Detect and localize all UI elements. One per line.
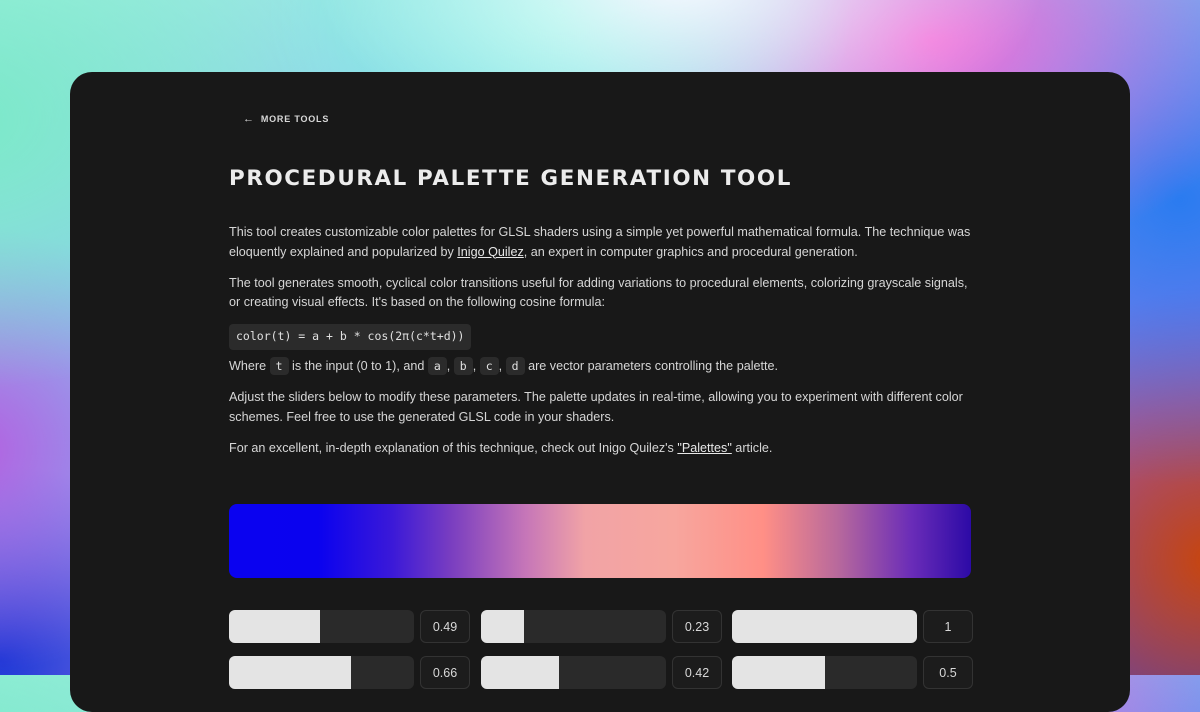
intro-p5-text: For an excellent, in-depth explanation o… xyxy=(229,440,678,455)
inigo-quilez-link[interactable]: Inigo Quilez xyxy=(457,245,524,259)
slider-fill xyxy=(229,656,352,689)
parameter-slider[interactable] xyxy=(229,656,414,689)
intro-text: This tool creates customizable color pal… xyxy=(229,223,971,470)
slider-value-input[interactable]: 0.23 xyxy=(672,610,722,643)
arrow-left-icon: ← xyxy=(243,113,255,125)
page-title: PROCEDURAL PALETTE GENERATION TOOL xyxy=(229,166,793,190)
palettes-article-link[interactable]: "Palettes" xyxy=(677,441,731,455)
slider-value-input[interactable]: 0.5 xyxy=(923,656,973,689)
intro-p5-text-end: article. xyxy=(731,440,773,455)
where-text-3: are vector parameters controlling the pa… xyxy=(524,359,778,373)
param-t-code: t xyxy=(269,357,289,375)
param-a-code: a xyxy=(427,357,447,375)
palette-preview xyxy=(229,504,971,578)
intro-paragraph-5: For an excellent, in-depth explanation o… xyxy=(229,439,971,459)
slider-fill xyxy=(732,610,917,643)
main-panel: ← MORE TOOLS PROCEDURAL PALETTE GENERATI… xyxy=(70,72,1130,712)
comma-separator: , xyxy=(446,359,451,373)
slider-value-input[interactable]: 0.66 xyxy=(420,656,470,689)
comma-separator: , xyxy=(472,359,477,373)
formula-code: color(t) = a + b * cos(2π(c*t+d)) xyxy=(229,324,472,350)
more-tools-link[interactable]: ← MORE TOOLS xyxy=(243,113,329,125)
intro-p1-text-end: , an expert in computer graphics and pro… xyxy=(523,244,858,259)
formula-line: color(t) = a + b * cos(2π(c*t+d)) xyxy=(229,324,971,350)
param-c-code: c xyxy=(479,357,499,375)
intro-paragraph-4: Adjust the sliders below to modify these… xyxy=(229,390,963,424)
slider-row: 0.66 0.42 0.5 xyxy=(229,656,973,689)
slider-value-input[interactable]: 1 xyxy=(923,610,973,643)
slider-value-input[interactable]: 0.42 xyxy=(672,656,722,689)
parameter-slider[interactable] xyxy=(229,610,414,643)
more-tools-label: MORE TOOLS xyxy=(260,114,330,124)
parameter-slider[interactable] xyxy=(481,610,666,643)
slider-fill xyxy=(481,610,524,643)
where-paragraph: Where t is the input (0 to 1), and a, b,… xyxy=(229,357,971,377)
parameter-slider[interactable] xyxy=(732,610,917,643)
parameter-slider[interactable] xyxy=(732,656,917,689)
slider-value-input[interactable]: 0.49 xyxy=(420,610,470,643)
where-text-2: is the input (0 to 1), and xyxy=(288,359,428,373)
where-text-1: Where xyxy=(229,359,270,373)
slider-fill xyxy=(481,656,559,689)
comma-separator: , xyxy=(498,359,503,373)
slider-fill xyxy=(732,656,825,689)
slider-fill xyxy=(229,610,320,643)
param-d-code: d xyxy=(505,357,525,375)
intro-paragraph-2: The tool generates smooth, cyclical colo… xyxy=(229,275,968,310)
param-b-code: b xyxy=(453,357,473,375)
intro-paragraph-1: This tool creates customizable color pal… xyxy=(229,223,971,262)
slider-row: 0.49 0.23 1 xyxy=(229,610,973,643)
parameter-slider[interactable] xyxy=(481,656,666,689)
